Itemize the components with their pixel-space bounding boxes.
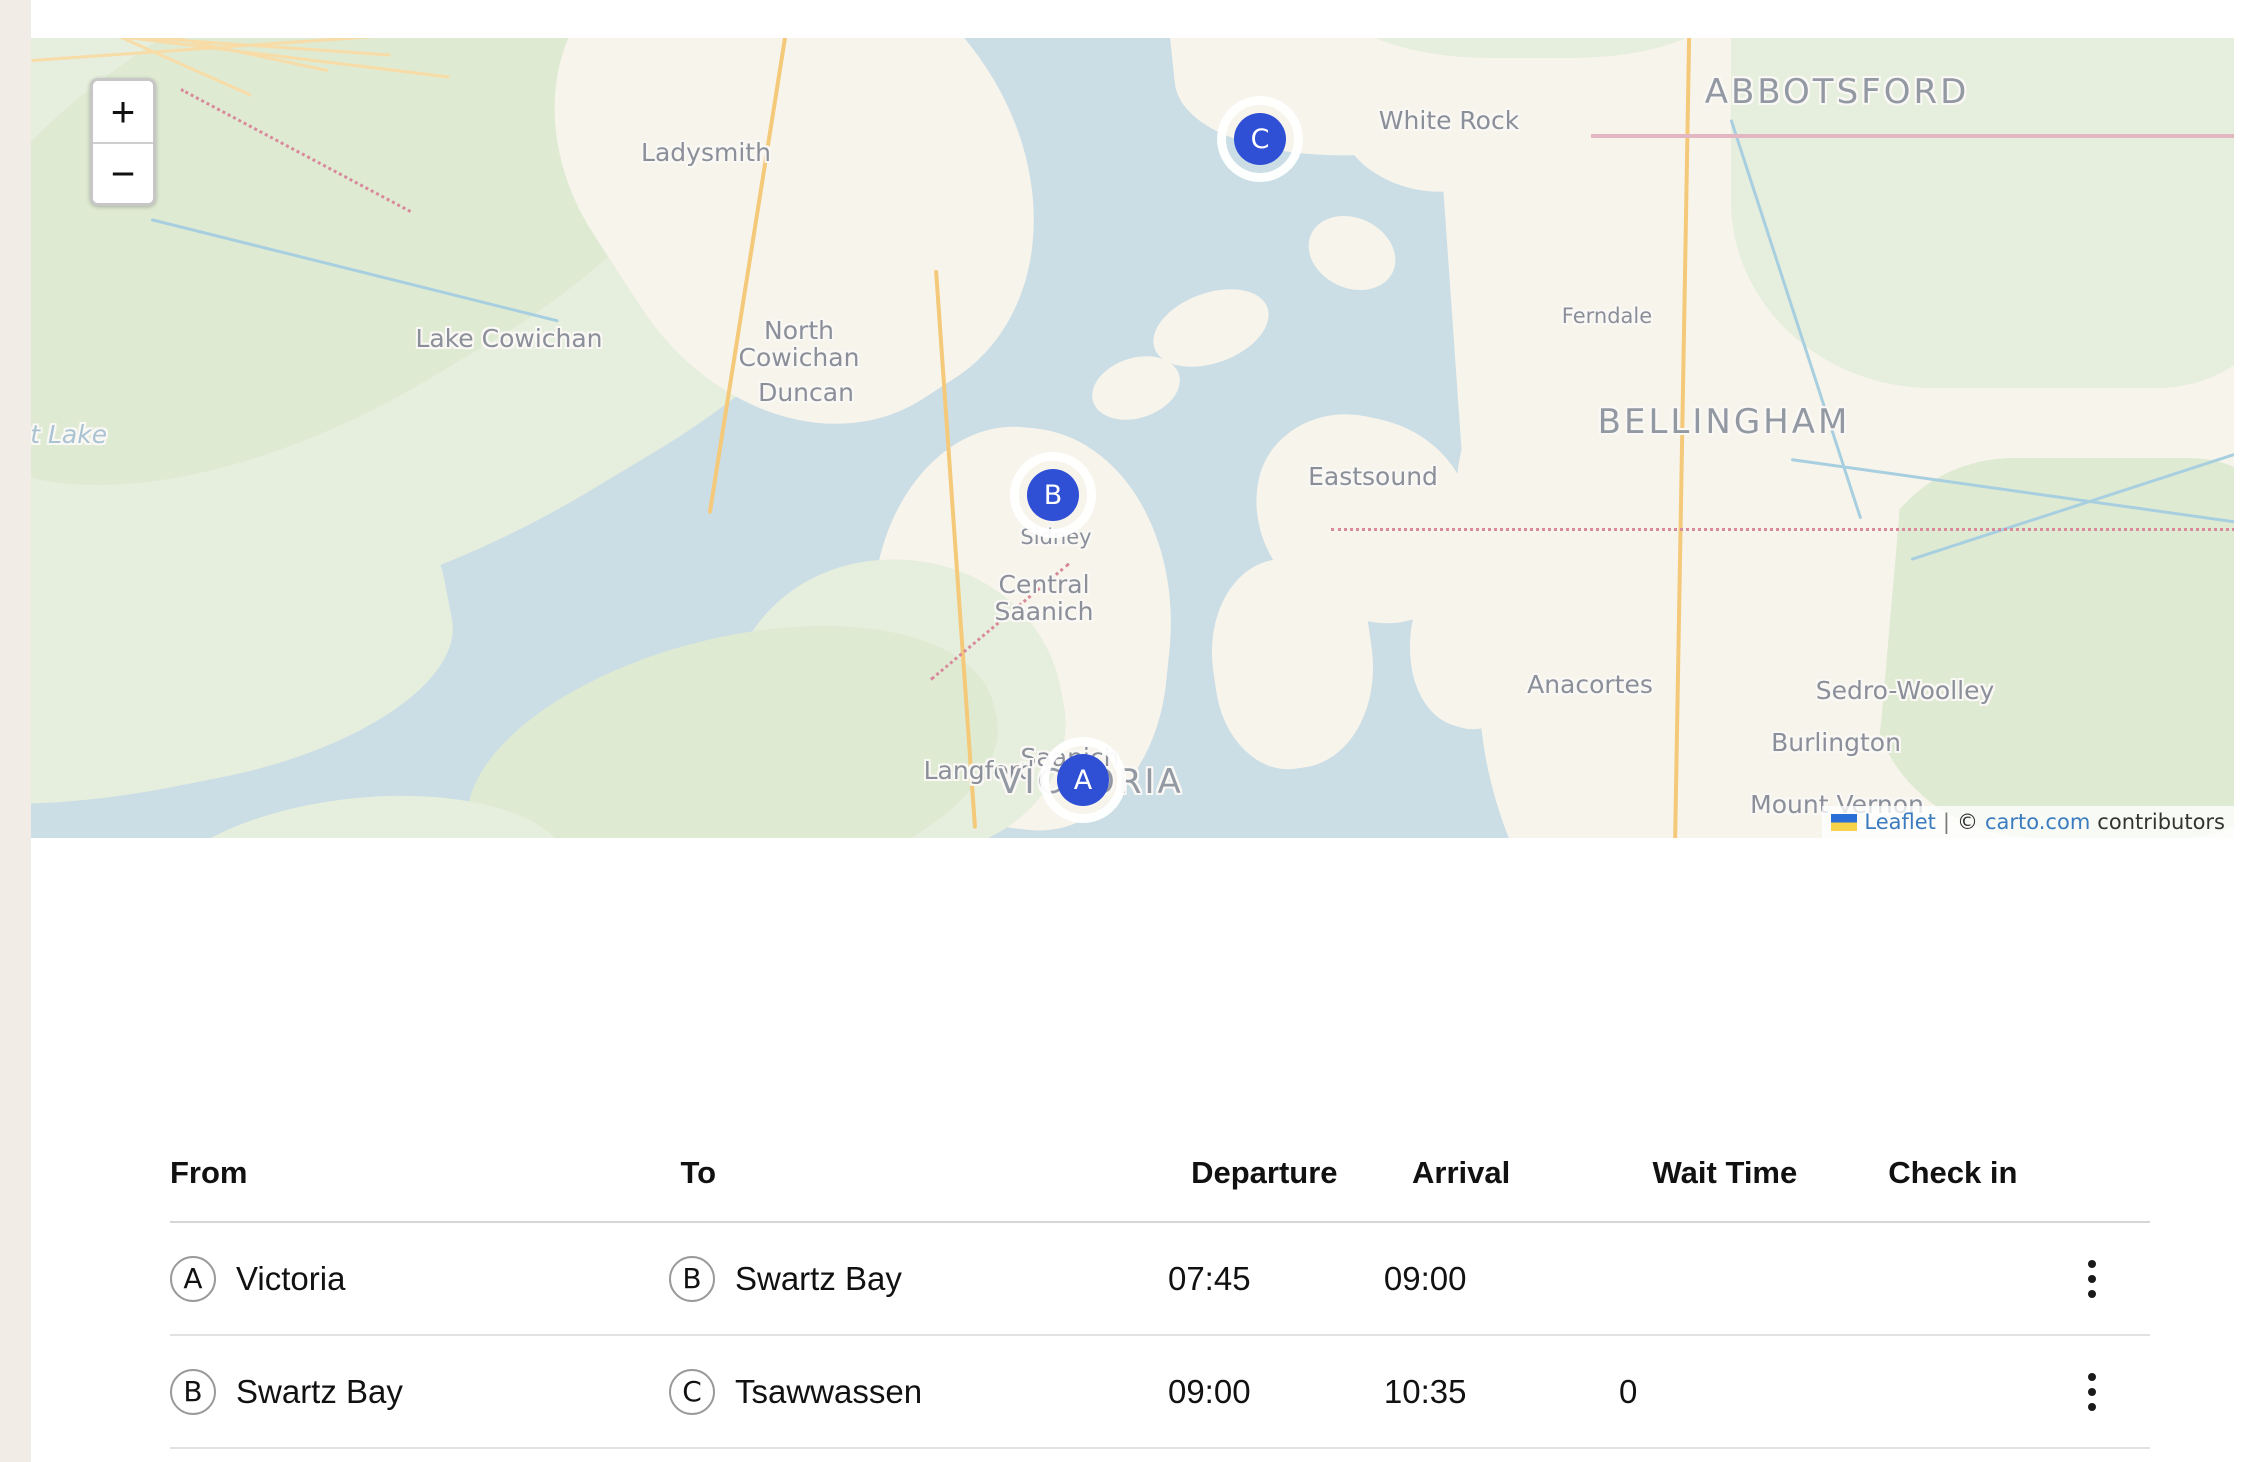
map-marker-c[interactable]: C	[1217, 96, 1303, 182]
zoom-in-button[interactable]: +	[93, 81, 153, 142]
stop-code-badge: A	[170, 1255, 216, 1302]
cell-to: B Swartz Bay	[668, 1255, 1168, 1302]
zoom-out-button[interactable]: −	[93, 142, 153, 203]
cell-from: B Swartz Bay	[170, 1368, 669, 1415]
app-page: ABBOTSFORD White Rock Ladysmith Ferndale Lak…	[31, 0, 2262, 1462]
cell-arrival: 10:35	[1383, 1372, 1467, 1410]
kebab-menu-icon[interactable]	[2070, 1251, 2114, 1307]
attribution-separator: |	[1942, 810, 1950, 834]
map-tiles: ABBOTSFORD White Rock Ladysmith Ferndale Lak…	[31, 38, 2234, 838]
cell-arrival: 09:00	[1383, 1259, 1467, 1297]
column-header-from: From	[170, 1155, 248, 1190]
cell-actions	[2070, 1364, 2150, 1420]
column-header-departure: Departure	[1191, 1155, 1338, 1190]
cell-to: C Tsawwassen	[668, 1368, 1168, 1415]
stop-chip: B Swartz Bay	[668, 1255, 902, 1302]
marker-label: C	[1234, 113, 1286, 165]
column-header-to: To	[680, 1155, 717, 1190]
cell-from: A Victoria	[170, 1255, 669, 1302]
marker-label: B	[1027, 469, 1079, 521]
stop-chip: C Tsawwassen	[668, 1368, 923, 1415]
cell-departure: 09:00	[1167, 1372, 1251, 1410]
column-header-check-in: Check in	[1888, 1155, 2018, 1190]
map-zoom-control[interactable]: + −	[90, 78, 156, 206]
stop-name: Tsawwassen	[734, 1372, 923, 1410]
table-row[interactable]: B Swartz Bay C Tsawwassen 09:00 10:35 0	[170, 1336, 2150, 1449]
ukraine-flag-icon	[1831, 813, 1858, 831]
map-container[interactable]: ABBOTSFORD White Rock Ladysmith Ferndale Lak…	[31, 38, 2234, 838]
kebab-menu-icon[interactable]	[2070, 1364, 2114, 1420]
legs-table-body: A Victoria B Swartz Bay 07:45 09:00 B Swartz Ba…	[170, 1223, 2150, 1449]
legs-table: From To Departure Arrival Wait Time Chec…	[170, 1155, 2150, 1449]
map-attribution: Leaflet | © carto.com contributors	[1822, 806, 2234, 838]
column-header-actions	[2114, 1173, 2150, 1203]
stop-chip: B Swartz Bay	[170, 1368, 403, 1415]
stop-chip: A Victoria	[170, 1255, 346, 1302]
stop-code-badge: B	[170, 1368, 216, 1415]
copyright-symbol: ©	[1957, 810, 1978, 834]
stop-name: Swartz Bay	[236, 1372, 403, 1410]
contributors-label: contributors	[2097, 810, 2225, 834]
table-row[interactable]: A Victoria B Swartz Bay 07:45 09:00	[170, 1223, 2150, 1336]
stop-code-badge: B	[668, 1255, 715, 1302]
stop-name: Swartz Bay	[734, 1259, 902, 1297]
cell-wait-time: 0	[1618, 1372, 1638, 1410]
cell-actions	[2070, 1251, 2150, 1307]
landmass-mainland-green-n	[1731, 38, 2234, 388]
border-county-dashed	[1331, 528, 2234, 531]
legs-section-header: LEGS + Generate legs + New leg	[31, 860, 2262, 1020]
leaflet-link[interactable]: Leaflet	[1864, 810, 1936, 834]
column-header-arrival: Arrival	[1412, 1155, 1511, 1190]
legs-table-header: From To Departure Arrival Wait Time Chec…	[170, 1155, 2150, 1223]
stop-code-badge: C	[668, 1368, 715, 1415]
map-marker-b[interactable]: B	[1010, 452, 1096, 538]
column-header-wait-time: Wait Time	[1652, 1155, 1798, 1190]
cell-departure: 07:45	[1167, 1259, 1251, 1297]
marker-label: A	[1057, 754, 1109, 806]
stop-name: Victoria	[236, 1259, 346, 1297]
carto-link[interactable]: carto.com	[1985, 810, 2090, 834]
border-canada-usa	[1591, 134, 2234, 138]
map-marker-a[interactable]: A	[1040, 737, 1126, 823]
